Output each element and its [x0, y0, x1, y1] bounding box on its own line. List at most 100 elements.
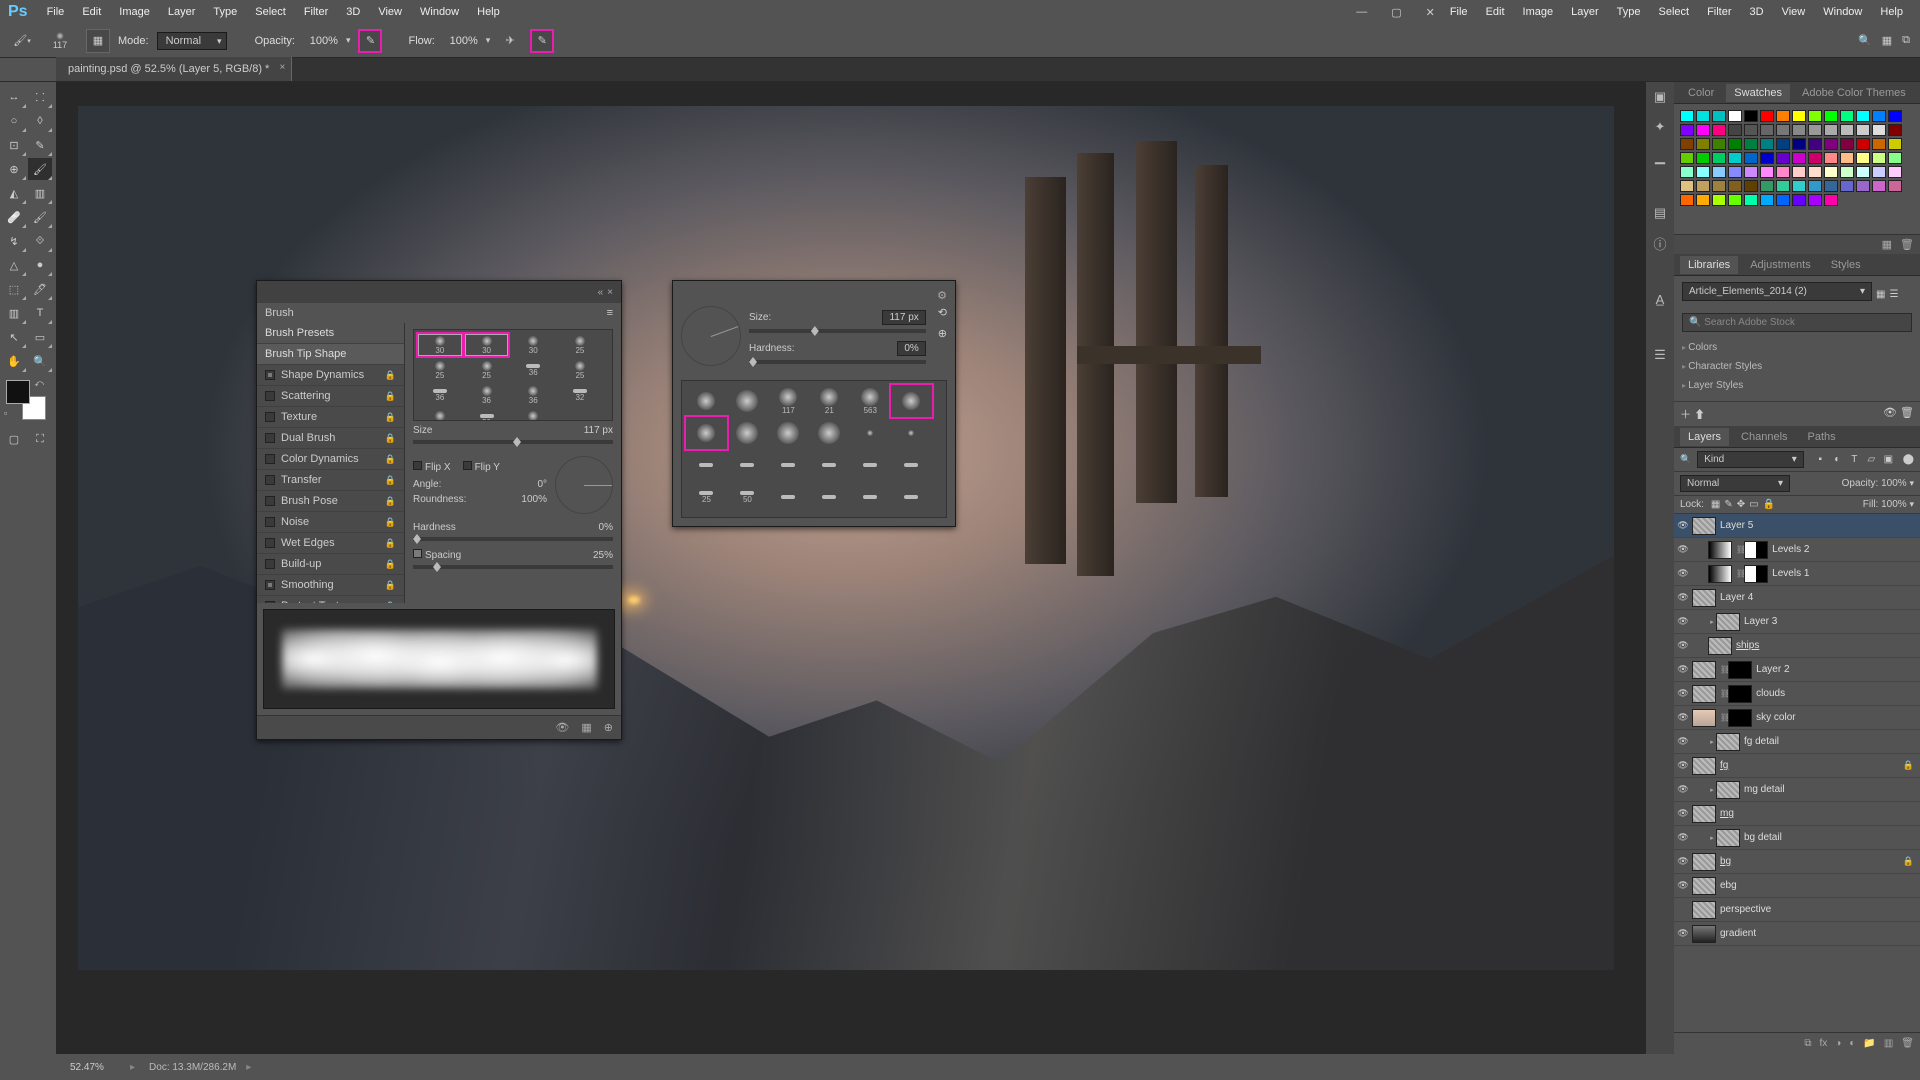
- layer-name[interactable]: mg: [1720, 808, 1916, 819]
- properties-icon[interactable]: ▤: [1651, 204, 1669, 222]
- menu-help[interactable]: Help: [468, 3, 509, 21]
- brush-preset-tip[interactable]: [727, 417, 768, 449]
- layer-thumbnail[interactable]: [1708, 565, 1732, 583]
- maximize-button[interactable]: ▢: [1385, 6, 1407, 19]
- layer-row[interactable]: perspective: [1674, 898, 1920, 922]
- brush-preset-tip[interactable]: 50: [727, 481, 768, 513]
- library-search[interactable]: Search Adobe Stock: [1682, 313, 1912, 332]
- brush-tip-grid[interactable]: 303030252525362536363632255025: [413, 329, 613, 421]
- gear-icon[interactable]: ⚙: [937, 289, 947, 302]
- swatch[interactable]: [1744, 124, 1758, 136]
- swatch[interactable]: [1824, 138, 1838, 150]
- new-preset-icon[interactable]: ⊕: [938, 327, 947, 340]
- hardness-value[interactable]: 0%: [897, 341, 925, 356]
- layer-row[interactable]: 👁 ▸ mg detail: [1674, 778, 1920, 802]
- swatch[interactable]: [1840, 110, 1854, 122]
- menu-edit[interactable]: Edit: [1477, 3, 1514, 21]
- lock-nest-icon[interactable]: ▭: [1749, 499, 1758, 510]
- brush-tip[interactable]: 25: [558, 334, 602, 356]
- lock-pos-icon[interactable]: ✥: [1737, 499, 1745, 510]
- menu-layer[interactable]: Layer: [1562, 3, 1608, 21]
- layer-thumbnail[interactable]: [1716, 781, 1740, 799]
- layer-name[interactable]: fg: [1720, 760, 1903, 771]
- character-icon[interactable]: A̲: [1651, 290, 1669, 308]
- swatch[interactable]: [1776, 166, 1790, 178]
- swatch[interactable]: [1680, 138, 1694, 150]
- spacing-slider[interactable]: [413, 565, 613, 569]
- filter-kind-select[interactable]: Kind▾: [1697, 451, 1804, 468]
- tab-layers[interactable]: Layers: [1680, 428, 1729, 446]
- brush-section-texture[interactable]: Texture🔒: [257, 407, 404, 428]
- tool-13[interactable]: ⟐: [28, 230, 52, 252]
- brush-tip[interactable]: 36: [511, 384, 555, 406]
- brush-preset-tip[interactable]: [768, 417, 809, 449]
- swatch[interactable]: [1808, 194, 1822, 206]
- layer-name[interactable]: ships: [1736, 640, 1916, 651]
- layer-list[interactable]: 👁 Layer 5 👁 ⛓ Levels 2 👁 ⛓ Levels 1 👁 La…: [1674, 514, 1920, 1032]
- tool-22[interactable]: ✋: [2, 350, 26, 372]
- filter-type-icon[interactable]: T: [1848, 453, 1861, 466]
- brush-section-build-up[interactable]: Build-up🔒: [257, 554, 404, 575]
- layer-name[interactable]: gradient: [1720, 928, 1916, 939]
- brush-panel-toggle[interactable]: ▦: [86, 29, 110, 53]
- swatch[interactable]: [1856, 180, 1870, 192]
- layer-comps-icon[interactable]: ☰: [1651, 346, 1669, 364]
- brush-tip[interactable]: 36: [465, 384, 509, 406]
- tool-7[interactable]: 🖌: [28, 158, 52, 180]
- brush-tip[interactable]: 30: [511, 334, 555, 356]
- tool-20[interactable]: ↖: [2, 326, 26, 348]
- layer-thumbnail[interactable]: [1708, 637, 1732, 655]
- layer-name[interactable]: Levels 2: [1772, 544, 1916, 555]
- brush-tool-icon[interactable]: 🖌▾: [10, 29, 34, 53]
- brush-section-brush-pose[interactable]: Brush Pose🔒: [257, 491, 404, 512]
- list-view-icon[interactable]: ☰: [1889, 289, 1898, 300]
- swatch[interactable]: [1792, 124, 1806, 136]
- swatch[interactable]: [1744, 180, 1758, 192]
- tool-15[interactable]: ●: [28, 254, 52, 276]
- history-icon[interactable]: ▣: [1651, 88, 1669, 106]
- swatch[interactable]: [1792, 110, 1806, 122]
- menu-view[interactable]: View: [1773, 3, 1815, 21]
- layer-row[interactable]: 👁 ⛓ Layer 2: [1674, 658, 1920, 682]
- layer-mask-thumbnail[interactable]: [1728, 661, 1752, 679]
- menu-image[interactable]: Image: [110, 3, 159, 21]
- swatch[interactable]: [1680, 180, 1694, 192]
- menu-filter[interactable]: Filter: [295, 3, 337, 21]
- swatch[interactable]: [1744, 138, 1758, 150]
- swatch[interactable]: [1696, 180, 1710, 192]
- tab-adobe-color-themes[interactable]: Adobe Color Themes: [1794, 84, 1914, 102]
- histogram-icon[interactable]: ▁: [1651, 148, 1669, 166]
- add-graphic-icon[interactable]: ⬆: [1694, 409, 1705, 421]
- brush-preset-picker[interactable]: 117: [42, 27, 78, 55]
- new-swatch-icon[interactable]: ▦: [1882, 238, 1892, 251]
- brush-tip[interactable]: 32: [558, 384, 602, 406]
- menu-window[interactable]: Window: [1814, 3, 1871, 21]
- layer-row[interactable]: 👁 ▸ Layer 3: [1674, 610, 1920, 634]
- swatch[interactable]: [1696, 194, 1710, 206]
- swatch[interactable]: [1872, 138, 1886, 150]
- menu-select[interactable]: Select: [1650, 3, 1699, 21]
- swatch[interactable]: [1840, 124, 1854, 136]
- swatch[interactable]: [1792, 152, 1806, 164]
- menu-window[interactable]: Window: [411, 3, 468, 21]
- tool-19[interactable]: T: [28, 302, 52, 324]
- quickmask-button[interactable]: ▢: [2, 428, 26, 450]
- layer-thumbnail[interactable]: [1692, 589, 1716, 607]
- visibility-toggle[interactable]: 👁: [1674, 616, 1692, 627]
- brush-tip[interactable]: 25: [418, 359, 462, 381]
- brush-tip-shape-tab[interactable]: Brush Tip Shape: [257, 344, 404, 365]
- visibility-toggle[interactable]: 👁: [1674, 928, 1692, 939]
- document-tab[interactable]: painting.psd @ 52.5% (Layer 5, RGB/8) *×: [56, 57, 292, 81]
- tool-18[interactable]: ▥: [2, 302, 26, 324]
- brush-preset-tip[interactable]: 117: [768, 385, 809, 417]
- layer-mask-thumbnail[interactable]: [1728, 709, 1752, 727]
- new-layer-icon[interactable]: ▥: [1884, 1038, 1893, 1049]
- layer-thumbnail[interactable]: [1692, 805, 1716, 823]
- swatch[interactable]: [1728, 194, 1742, 206]
- swatch[interactable]: [1744, 152, 1758, 164]
- brush-panel-header[interactable]: «×: [257, 281, 621, 303]
- brush-section-dual-brush[interactable]: Dual Brush🔒: [257, 428, 404, 449]
- swatch[interactable]: [1776, 110, 1790, 122]
- tool-14[interactable]: △: [2, 254, 26, 276]
- brush-preset-tip[interactable]: [891, 449, 932, 481]
